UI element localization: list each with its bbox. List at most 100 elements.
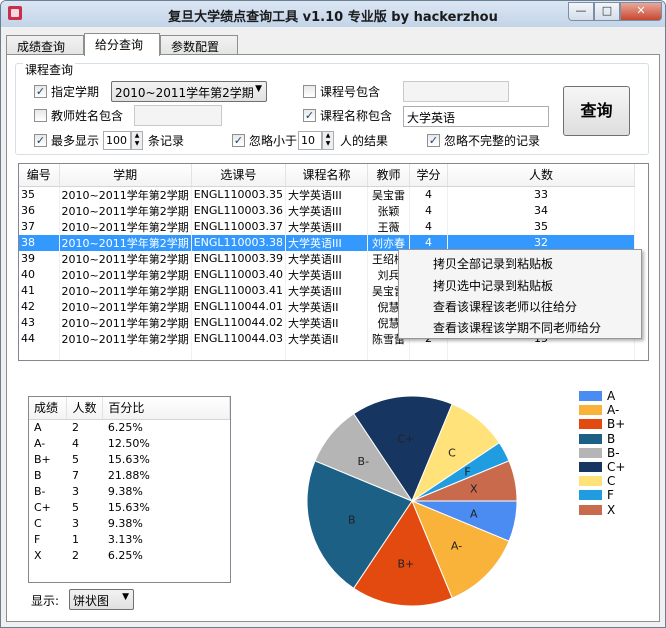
column-header[interactable]: 学期 [59,164,192,187]
grade-header-row: 成绩 人数 百分比 [29,397,230,420]
grade-cell: A- [34,436,46,450]
table-cell: ENGL110003.40 [191,266,287,283]
grade-row[interactable]: C 3 9.38% [29,515,230,531]
teacher-checkbox[interactable] [34,109,47,122]
slice-label: B+ [397,558,414,571]
legend-swatch [579,462,602,472]
display-select[interactable]: 饼状图 ▼ [69,589,134,610]
menu-item-semester-teachers[interactable]: 查看该课程该学期不同老师给分 [399,316,641,338]
query-button[interactable]: 查询 [563,86,630,136]
table-cell: 大学英语III [285,234,369,251]
max-show-suffix: 条记录 [148,134,185,148]
table-row[interactable]: 36 2010~2011学年第2学期 ENGL110003.36 大学英语III 张颖 4… [19,202,636,219]
ignore-less-stepper[interactable]: ▲ ▼ [322,131,334,150]
close-button[interactable]: ✕ [620,2,662,21]
menu-item-teacher-history[interactable]: 查看该课程该老师以往给分 [399,295,641,317]
course-name-input[interactable]: 大学英语 [403,106,549,127]
ignore-incomplete-checkbox[interactable]: ✓ [427,134,440,147]
grade-row[interactable]: A- 4 12.50% [29,435,230,451]
grade-cell: 15.63% [107,500,150,514]
column-header[interactable]: 选课号 [191,164,287,187]
ignore-less-label: 忽略小于 [249,134,298,148]
legend-label: A- [607,403,620,418]
column-header[interactable]: 教师 [367,164,411,187]
column-header[interactable]: 百分比 [102,397,230,420]
grade-cell: 1 [71,532,79,546]
table-cell: ENGL110003.37 [191,218,287,235]
tab-settings[interactable]: 参数配置 [160,35,238,55]
table-cell: 44 [19,330,60,347]
ignore-less-input[interactable]: 10 [298,131,322,150]
grade-cell: 15.63% [107,452,150,466]
course-no-input[interactable] [403,81,509,102]
table-cell: 2010~2011学年第2学期 [59,202,192,219]
table-cell: ENGL110044.01 [191,298,287,315]
max-show-stepper[interactable]: ▲ ▼ [131,131,143,150]
query-group-title: 课程查询 [23,61,76,78]
chevron-down-icon: ▼ [255,84,262,94]
semester-checkbox[interactable]: ✓ [34,85,47,98]
grade-cell: A [34,420,42,434]
tab-grade-query[interactable]: 成绩查询 [6,35,84,55]
maximize-button[interactable]: □ [594,2,620,21]
grade-row[interactable]: F 1 3.13% [29,531,230,547]
table-cell: 大学英语II [285,330,369,347]
ignore-less-checkbox[interactable]: ✓ [232,134,245,147]
title-bar[interactable]: 复旦大学绩点查询工具 v1.10 专业版 by hackerzhou — □ ✕ [1,1,665,27]
slice-label: F [464,465,470,478]
column-header[interactable]: 学分 [409,164,449,187]
column-header[interactable]: 成绩 [29,397,68,420]
table-cell: 2010~2011学年第2学期 [59,218,192,235]
column-header[interactable]: 人数 [447,164,636,187]
max-show-input[interactable]: 100 [103,131,131,150]
table-row[interactable]: 35 2010~2011学年第2学期 ENGL110003.35 大学英语III 吴宝雷… [19,186,636,203]
legend-swatch [579,504,602,515]
column-header[interactable]: 人数 [66,397,104,420]
table-row[interactable]: 37 2010~2011学年第2学期 ENGL110003.37 大学英语III 王薇 4… [19,218,636,235]
grade-row[interactable]: A 2 6.25% [29,419,230,435]
table-cell: 42 [19,298,60,315]
slice-label: A- [451,540,462,553]
grade-pie-chart: A A- B+ B B- C+ CFX [306,395,518,607]
grade-row[interactable]: X 2 6.25% [29,547,230,563]
grade-row[interactable]: C+ 5 15.63% [29,499,230,515]
menu-item-copy-all[interactable]: 拷贝全部记录到粘贴板 [399,252,641,274]
table-cell: 35 [19,186,60,203]
grade-cell: 21.88% [107,468,150,482]
legend-label: C+ [607,460,626,474]
grade-row[interactable]: B 7 21.88% [29,467,230,483]
table-cell: 大学英语III [285,218,369,235]
table-header-row: 编号 学期 选课号 课程名称 教师 学分 人数 [19,164,636,187]
table-cell: 大学英语III [285,202,369,219]
window-title: 复旦大学绩点查询工具 v1.10 专业版 by hackerzhou [168,10,498,25]
slice-label: C+ [397,432,414,445]
course-no-checkbox[interactable] [303,85,316,98]
minimize-button[interactable]: — [568,2,594,21]
grade-grid: 成绩 人数 百分比 A 2 6.25% A- 4 12.50% B+ 5 15.63% B 7 21.… [29,397,230,563]
table-cell: 38 [19,234,60,251]
max-show-checkbox[interactable]: ✓ [34,134,47,147]
grade-row[interactable]: B- 3 9.38% [29,483,230,499]
semester-select[interactable]: 2010~2011学年第2学期 ▼ [111,81,267,102]
table-cell: 4 [409,202,449,219]
column-header[interactable]: 课程名称 [285,164,369,187]
teacher-input[interactable] [134,105,222,126]
tab-score-query[interactable]: 给分查询 [84,33,160,56]
grade-row[interactable]: B+ 5 15.63% [29,451,230,467]
table-cell: 2010~2011学年第2学期 [59,282,192,299]
column-header[interactable]: 编号 [19,164,60,187]
table-cell: ENGL110044.02 [191,314,287,331]
legend-label: B- [607,445,620,460]
table-cell: 2010~2011学年第2学期 [59,314,192,331]
table-cell: 34 [447,202,636,219]
table-cell: ENGL110003.39 [191,250,287,267]
teacher-label: 教师姓名包含 [51,109,124,123]
table-cell: ENGL110003.38 [191,234,287,251]
menu-item-copy-selected[interactable]: 拷贝选中记录到粘贴板 [399,274,641,296]
legend-swatch [579,405,602,416]
display-label: 显示: [31,594,60,608]
table-cell: 大学英语III [285,250,369,267]
legend-label: X [607,502,616,517]
course-name-checkbox[interactable]: ✓ [303,109,316,122]
table-cell: 大学英语II [285,314,369,331]
